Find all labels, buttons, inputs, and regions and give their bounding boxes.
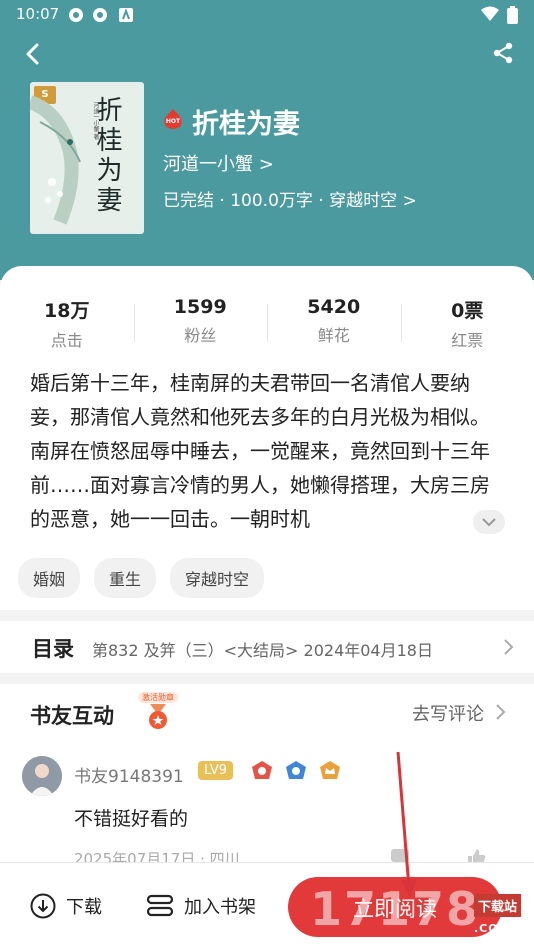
catalog-heading: 目录 xyxy=(32,637,74,661)
comment-text: 不错挺好看的 xyxy=(74,808,189,830)
stat-label: 点击 xyxy=(50,331,83,350)
expand-description-chevron-icon[interactable] xyxy=(473,510,505,534)
crown-badge-icon xyxy=(320,761,340,779)
stat-label: 鲜花 xyxy=(317,326,350,345)
catalog-row[interactable]: 目录 第832 及笄（三）<大结局> 2024年04月18日 xyxy=(0,621,534,673)
medal-icon xyxy=(149,704,167,729)
stat-clicks: 18万 点击 xyxy=(0,296,134,352)
stat-fans[interactable]: 1599 粉丝 xyxy=(133,296,268,352)
stat-value: 5420 xyxy=(307,296,361,318)
hot-badge-label: HOT xyxy=(166,118,181,125)
stat-label: 粉丝 xyxy=(184,326,217,345)
download-icon[interactable] xyxy=(30,893,56,919)
stat-red-tickets[interactable]: 0票 红票 xyxy=(400,296,534,352)
app-notification-icon xyxy=(69,8,83,22)
book-header: S 折桂为妻 河道一小蟹 著 HOT 折桂为妻 河道一小蟹 > 已完结 · 10… xyxy=(0,30,534,280)
cover-illustration xyxy=(30,95,81,225)
avatar[interactable] xyxy=(22,756,62,796)
reader-interaction-section: 书友互动 激活勋章 去写评论 书友9148391 LV9 不错挺好看的 2025… xyxy=(0,684,534,868)
avatar-image xyxy=(22,756,62,796)
status-time: 10:07 xyxy=(16,5,60,23)
battery-icon xyxy=(507,6,518,24)
download-button[interactable]: 下载 xyxy=(66,893,102,919)
tag-chip[interactable]: 重生 xyxy=(94,558,157,598)
interaction-heading: 书友互动 xyxy=(30,704,114,728)
font-notification-icon xyxy=(119,8,133,22)
hot-badge-icon: HOT xyxy=(164,109,182,129)
book-meta-link[interactable]: 已完结 · 100.0万字 · 穿越时空 > xyxy=(163,186,417,211)
vip-badge-icon xyxy=(286,761,306,779)
stat-label: 红票 xyxy=(451,331,484,350)
book-detail-card: 18万 点击 1599 粉丝 5420 鲜花 0票 红票 婚后第十三年，桂南屏的… xyxy=(0,266,534,610)
back-arrow-icon[interactable] xyxy=(22,42,44,66)
add-to-shelf-button[interactable]: 加入书架 xyxy=(184,893,256,919)
book-author-link[interactable]: 河道一小蟹 > xyxy=(163,150,274,176)
fan-badge-icon xyxy=(252,761,272,779)
stats-row: 18万 点击 1599 粉丝 5420 鲜花 0票 红票 xyxy=(0,296,534,352)
write-review-link[interactable]: 去写评论 xyxy=(412,700,484,726)
book-description[interactable]: 婚后第十三年，桂南屏的夫君带回一名清倌人要纳妾，那清倌人竟然和他死去多年的白月光… xyxy=(30,366,506,536)
activate-medal-badge[interactable]: 激活勋章 xyxy=(138,692,178,730)
watermark-logo: 17178 xyxy=(310,882,481,936)
comment-username[interactable]: 书友9148391 xyxy=(74,762,184,787)
cover-subtitle: 河道一小蟹 著 xyxy=(92,102,99,140)
wifi-icon xyxy=(481,6,499,21)
stat-value: 0票 xyxy=(451,300,484,322)
app-notification-icon-2 xyxy=(93,8,107,22)
chevron-right-icon xyxy=(504,639,514,655)
book-cover[interactable]: S 折桂为妻 河道一小蟹 著 xyxy=(30,82,144,234)
level-badge: LV9 xyxy=(198,761,233,780)
medal-label: 激活勋章 xyxy=(138,692,178,703)
watermark-domain: .COM xyxy=(474,922,511,935)
book-title: 折桂为妻 xyxy=(192,109,300,140)
share-icon[interactable] xyxy=(492,42,514,64)
tag-chip[interactable]: 婚姻 xyxy=(18,558,81,598)
status-bar: 10:07 xyxy=(0,0,534,30)
stat-value: 1599 xyxy=(173,296,227,318)
bookshelf-icon[interactable] xyxy=(146,893,174,919)
tag-chip[interactable]: 穿越时空 xyxy=(170,558,265,598)
chevron-right-icon xyxy=(496,704,506,720)
tag-list: 婚姻 重生 穿越时空 xyxy=(18,558,265,598)
stat-value: 18万 xyxy=(44,300,90,322)
stat-flowers[interactable]: 5420 鲜花 xyxy=(267,296,401,352)
watermark-tag: 下载站 xyxy=(474,894,522,917)
latest-chapter: 第832 及笄（三）<大结局> 2024年04月18日 xyxy=(92,641,433,660)
